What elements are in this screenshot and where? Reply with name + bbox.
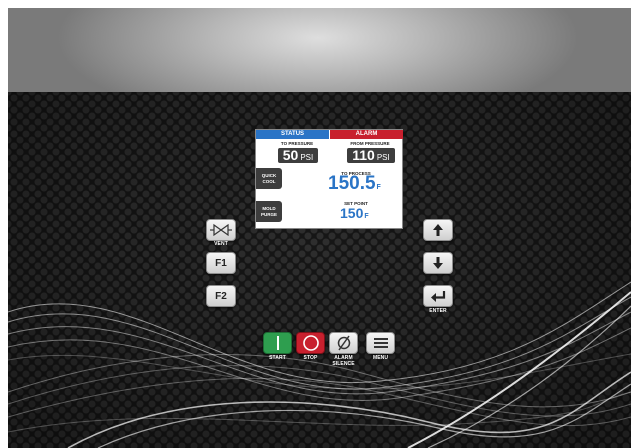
stop-label: STOP (303, 355, 318, 361)
enter-label: ENTER (429, 308, 447, 314)
start-button[interactable] (263, 332, 292, 354)
to-pressure-label: TO PRESSURE (280, 141, 314, 146)
hmi-screen: STATUS ALARM TO PRESSURE 50 PSI FROM PRE… (255, 129, 403, 229)
control-panel: VENT F1 F2 STATUS ALARM TO PRESSURE 50 P… (8, 8, 631, 448)
stop-icon (302, 335, 319, 351)
vent-label: VENT (214, 241, 228, 247)
alarm-silence-icon (337, 335, 350, 351)
arrow-up-icon (433, 224, 443, 236)
to-process-readout: 150.5F (328, 173, 381, 195)
alarm-silence-label: ALARM SILENCE (325, 355, 362, 367)
to-pressure-value: 50 (282, 147, 299, 163)
to-pressure-readout: 50 PSI (278, 148, 318, 163)
mold-purge-label-2: PURGE (260, 211, 277, 217)
from-pressure-unit: PSI (376, 153, 390, 162)
from-pressure-label: FROM PRESSURE (350, 141, 390, 146)
to-process-unit: F (376, 184, 381, 191)
set-point-unit: F (364, 213, 369, 220)
tab-status[interactable]: STATUS (256, 130, 329, 139)
f2-button[interactable]: F2 (206, 285, 236, 307)
enter-icon (431, 291, 446, 302)
mold-purge-button[interactable]: MOLD PURGE (256, 201, 282, 222)
start-label: START (269, 355, 286, 361)
enter-button[interactable] (423, 285, 453, 307)
from-pressure-value: 110 (352, 147, 375, 163)
arrow-down-icon (433, 257, 443, 269)
to-pressure-unit: PSI (300, 153, 314, 162)
set-point-readout: 150F (340, 205, 369, 221)
down-button[interactable] (423, 252, 453, 274)
tab-alarm[interactable]: ALARM (330, 130, 403, 139)
valve-icon (210, 223, 232, 237)
to-process-value: 150.5 (328, 173, 376, 194)
menu-icon (373, 338, 388, 348)
menu-button[interactable] (366, 332, 395, 354)
quick-cool-label-2: COOL (262, 178, 276, 184)
f1-button[interactable]: F1 (206, 252, 236, 274)
menu-label: MENU (372, 355, 389, 361)
header-bar (8, 8, 631, 92)
set-point-value: 150 (340, 205, 364, 221)
start-icon (276, 336, 279, 350)
alarm-silence-button[interactable] (329, 332, 358, 354)
stop-button[interactable] (296, 332, 325, 354)
up-button[interactable] (423, 219, 453, 241)
alarm-silence-label-2: SILENCE (332, 361, 355, 367)
vent-button[interactable] (206, 219, 236, 241)
quick-cool-button[interactable]: QUICK COOL (256, 168, 282, 189)
from-pressure-readout: 110 PSI (347, 148, 395, 163)
